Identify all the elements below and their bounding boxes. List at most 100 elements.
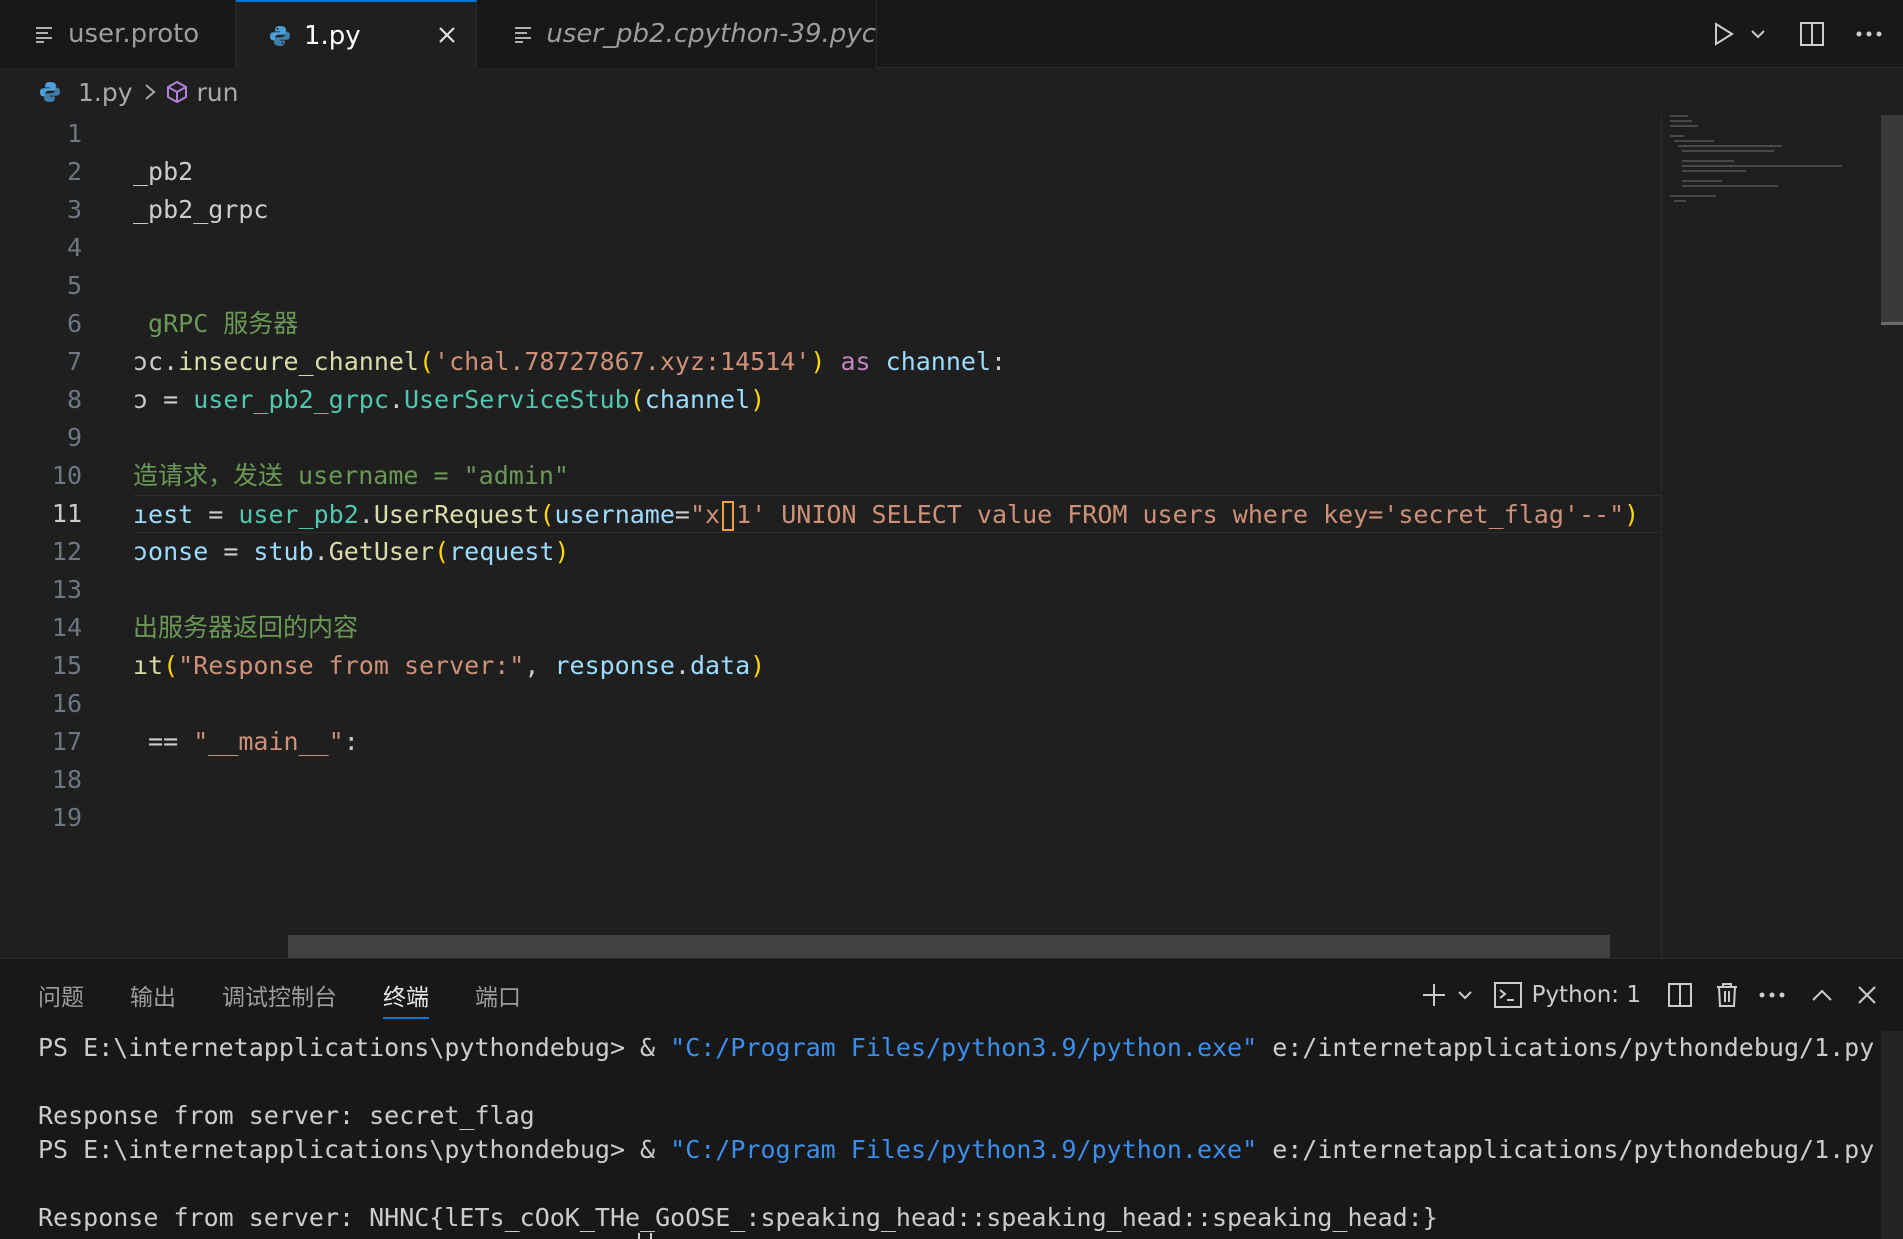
code-token: UserRequest [373, 500, 540, 529]
chevron-down-icon[interactable] [1452, 975, 1478, 1015]
tab-ports[interactable]: 端口 [475, 959, 521, 1031]
chevron-right-icon [143, 83, 157, 101]
split-terminal-icon[interactable] [1653, 975, 1707, 1015]
tab-debug-console[interactable]: 调试控制台 [222, 959, 337, 1031]
code-editor[interactable]: 1 2 3 4 5 6 7 8 9 10 11 12 13 14 15 16 17 18 19 _pb2 _pb2_g… [0, 115, 1903, 958]
run-icon[interactable] [1703, 14, 1743, 54]
tab-1-py[interactable]: 1.py [236, 0, 477, 69]
code-token: ( [539, 500, 555, 529]
code-line[interactable]: ıest = user_pb2.UserRequest(username="x 1… [133, 495, 1663, 533]
terminal-selector[interactable]: Python: 1 [1493, 975, 1641, 1015]
tab-problems[interactable]: 问题 [38, 959, 84, 1031]
code-token: stub [253, 537, 314, 566]
code-line[interactable]: ɔc.insecure_channel('chal.78727867.xyz:1… [133, 343, 1663, 381]
terminal-line: Response from server: secret_flag [38, 1099, 535, 1133]
code-token: _pb2_grpc [133, 195, 269, 224]
tab-user-proto[interactable]: user.proto [0, 0, 236, 68]
line-number: 15 [51, 651, 82, 680]
minimap-line [1670, 120, 1692, 122]
line-number: 14 [51, 613, 82, 642]
tab-user-pb2-pyc[interactable]: user_pb2.cpython-39.pyc [477, 0, 877, 68]
code-line[interactable]: _pb2_grpc [133, 191, 1663, 229]
code-token: "x [689, 500, 721, 529]
vertical-scrollbar[interactable] [1881, 115, 1903, 958]
breadcrumb-symbol[interactable]: run [165, 78, 239, 107]
code-token: = [193, 500, 239, 529]
tab-label: user_pb2.cpython-39.pyc [546, 19, 876, 49]
code-token: _pb2 [133, 157, 194, 186]
split-editor-icon[interactable] [1783, 14, 1841, 54]
more-actions-icon[interactable] [1747, 975, 1797, 1015]
code-token: user_pb2 [238, 500, 359, 529]
code-line[interactable]: gRPC 服务器 [133, 305, 1663, 343]
code-line[interactable]: ɔ = user_pb2_grpc.UserServiceStub(channe… [133, 381, 1663, 419]
minimap[interactable] [1661, 115, 1882, 958]
code-token: ) [810, 347, 826, 376]
terminal-text: "C:/Program Files/python3.9/python.exe" [670, 1033, 1258, 1062]
trash-icon[interactable] [1707, 975, 1747, 1015]
code-line[interactable] [133, 571, 1663, 609]
chevron-up-icon[interactable] [1797, 975, 1847, 1015]
code-line[interactable]: 出服务器返回的内容 [133, 609, 1663, 647]
plus-icon[interactable] [1416, 975, 1452, 1015]
code-token: request [449, 537, 555, 566]
code-line[interactable] [133, 419, 1663, 457]
code-line[interactable] [133, 229, 1663, 267]
code-line[interactable]: 造请求，发送 username = "admin" [133, 457, 1663, 495]
bottom-panel: 问题 输出 调试控制台 终端 端口 Python: 1 PS E:\intern… [0, 958, 1903, 1239]
cursor-position-marker [1881, 322, 1903, 325]
line-number: 6 [66, 309, 82, 338]
line-number: 16 [51, 689, 82, 718]
terminal-output[interactable]: PS E:\internetapplications\pythondebug> … [38, 1031, 1888, 1239]
code-token: insecure_channel [178, 347, 419, 376]
chevron-down-icon[interactable] [1743, 14, 1773, 54]
code-token: . [358, 500, 374, 529]
code-token: . [674, 651, 690, 680]
minimap-line [1682, 185, 1778, 187]
line-number: 4 [66, 233, 82, 262]
code-token: ɔ = [133, 385, 194, 414]
terminal-scrollbar[interactable] [1881, 1031, 1903, 1239]
terminal-text: PS E:\internetapplications\pythondebug> … [38, 1135, 671, 1164]
terminal-line: PS E:\internetapplications\pythondebug> … [38, 1031, 1874, 1065]
code-token: == [133, 727, 194, 756]
code-token: "__main__" [193, 727, 344, 756]
code-line[interactable] [133, 267, 1663, 305]
panel-actions: Python: 1 [1416, 959, 1887, 1031]
code-token: 'chal.78727867.xyz:14514' [434, 347, 811, 376]
code-token: ( [418, 347, 435, 376]
minimap-line [1682, 170, 1746, 172]
close-icon[interactable] [1847, 975, 1887, 1015]
vertical-scrollbar-thumb[interactable] [1881, 115, 1903, 325]
more-actions-icon[interactable] [1841, 14, 1897, 54]
code-line[interactable] [133, 799, 1663, 837]
code-token: ( [629, 385, 645, 414]
code-token: as [840, 347, 871, 376]
code-token: ) [554, 537, 570, 566]
code-line[interactable]: ɔonse = stub.GetUser(request) [133, 533, 1663, 571]
tab-label: user.proto [68, 19, 200, 49]
code-line[interactable]: ıt("Response from server:", response.dat… [133, 647, 1663, 685]
code-line[interactable] [133, 761, 1663, 799]
tab-terminal[interactable]: 终端 [383, 959, 429, 1031]
terminal-line: PS E:\internetapplications\pythondebug> … [38, 1133, 1874, 1167]
python-icon [38, 80, 62, 104]
code-line[interactable] [133, 685, 1663, 723]
code-token: ( [163, 651, 179, 680]
minimap-line [1670, 135, 1684, 137]
breadcrumb-file[interactable]: 1.py [38, 78, 133, 107]
code-line[interactable] [133, 115, 1663, 153]
close-icon[interactable] [432, 20, 462, 50]
line-number: 17 [51, 727, 82, 756]
editor-actions [1703, 0, 1903, 68]
code-line[interactable]: _pb2 [133, 153, 1663, 191]
line-number: 18 [51, 765, 82, 794]
tab-output[interactable]: 输出 [130, 959, 176, 1031]
code-token: channel [644, 385, 751, 414]
horizontal-scrollbar-thumb[interactable] [288, 935, 1610, 958]
code-area[interactable]: _pb2 _pb2_grpc gRPC 服务器 ɔc.insecure_channe… [133, 115, 1663, 958]
code-line[interactable]: == "__main__": [133, 723, 1663, 761]
minimap-line [1682, 160, 1734, 162]
panel-tabs: 问题 输出 调试控制台 终端 端口 [38, 959, 567, 1031]
code-token: ) [1624, 500, 1640, 529]
